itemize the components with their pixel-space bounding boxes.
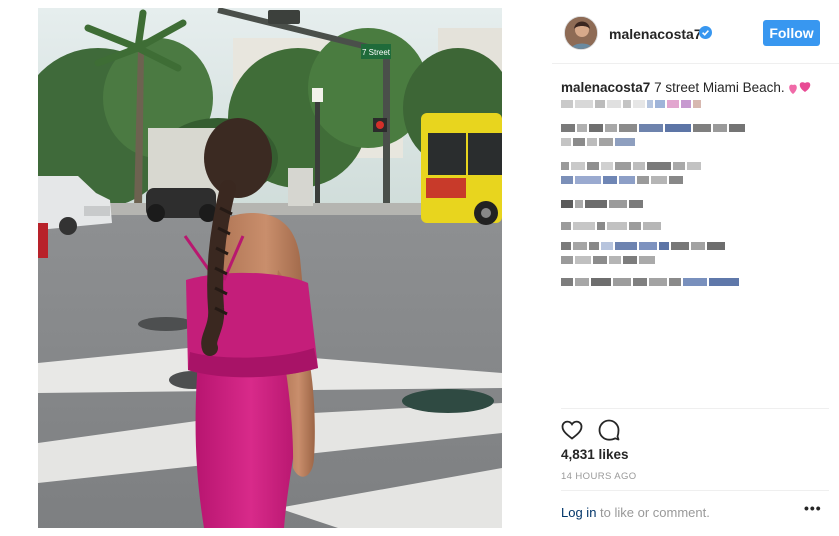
more-dots-icon[interactable]: ••• — [804, 501, 821, 519]
actions-divider — [561, 408, 829, 409]
post-photo[interactable]: 7 Street — [38, 8, 502, 528]
comment-pixelated — [561, 176, 685, 187]
comment-pixelated — [561, 162, 703, 173]
street-sign-text: 7 Street — [362, 48, 391, 57]
comment-pixelated — [561, 222, 663, 233]
heart-icon[interactable] — [560, 418, 584, 442]
comment-pixelated — [561, 100, 703, 111]
header-username[interactable]: malenacosta7 — [609, 26, 702, 42]
comment-pixelated — [561, 278, 741, 289]
comment-pixelated — [561, 200, 645, 211]
photo-scene: 7 Street — [38, 8, 502, 528]
comment-pixelated — [561, 124, 747, 135]
login-link[interactable]: Log in — [561, 505, 596, 520]
post-sidebar: malenacosta7 Follow malenacosta7 7 stree… — [552, 0, 839, 536]
verified-badge-icon — [699, 26, 712, 39]
likes-count[interactable]: 4,831 likes — [561, 447, 629, 462]
post-header: malenacosta7 Follow — [552, 0, 839, 64]
comment-pixelated — [561, 242, 727, 253]
comment-pixelated — [561, 138, 637, 149]
comment-bubble-icon[interactable] — [597, 418, 621, 442]
follow-button[interactable]: Follow — [763, 20, 820, 46]
post-timestamp[interactable]: 14 HOURS AGO — [561, 471, 637, 482]
caption-username[interactable]: malenacosta7 — [561, 80, 650, 95]
caption-text: 7 street Miami Beach. — [654, 80, 785, 95]
post-caption: malenacosta7 7 street Miami Beach. — [561, 79, 814, 97]
comment-pixelated — [561, 256, 657, 267]
avatar[interactable] — [564, 16, 598, 50]
login-prompt: Log in to like or comment. — [561, 505, 710, 520]
comment-divider — [561, 490, 829, 491]
login-prompt-text: to like or comment. — [600, 505, 710, 520]
avatar-image — [565, 17, 597, 49]
two-hearts-emoji-icon — [789, 82, 811, 95]
